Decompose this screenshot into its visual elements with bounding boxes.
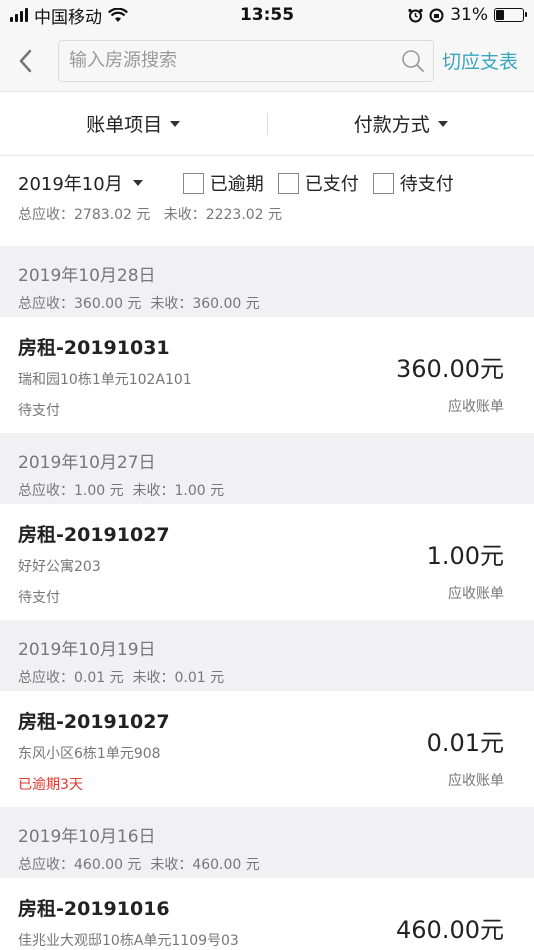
search-box[interactable] xyxy=(58,39,434,82)
bill-type: 应收账单 xyxy=(448,399,504,415)
checkbox-box[interactable] xyxy=(372,172,394,194)
search-header: 切应支表 xyxy=(0,30,534,92)
month-label: 2019年10月 xyxy=(18,174,123,195)
checkbox-box[interactable] xyxy=(182,172,204,194)
bill-type: 应收账单 xyxy=(448,586,504,602)
group-date: 2019年10月16日 xyxy=(18,827,156,847)
switch-link[interactable]: 切应支表 xyxy=(442,47,518,74)
month-selector[interactable]: 2019年10月 xyxy=(18,170,143,196)
month-summary: 2019年10月 已逾期 已支付 待支付 总应收：2783.02 元 未收：22… xyxy=(0,156,534,246)
bill-card[interactable]: 房租-20191027 好好公寓203 待支付 1.00元 应收账单 xyxy=(0,504,534,620)
bill-status: 待支付 xyxy=(18,403,60,419)
bill-amount: 0.01元 xyxy=(426,729,504,757)
bill-item-dropdown[interactable]: 账单项目 xyxy=(0,110,267,137)
alarm-icon xyxy=(408,8,423,22)
rotation-lock-icon xyxy=(429,8,444,22)
bill-type: 应收账单 xyxy=(448,773,504,789)
clock: 13:55 xyxy=(239,5,295,25)
group-totals: 总应收：1.00 元 未收：1.00 元 xyxy=(18,483,225,499)
month-totals: 总应收：2783.02 元 未收：2223.02 元 xyxy=(18,207,283,223)
payment-method-dropdown[interactable]: 付款方式 xyxy=(268,110,534,137)
pending-checkbox[interactable]: 待支付 xyxy=(372,170,454,196)
bill-card[interactable]: 房租-20191031 瑞和园10栋1单元102A101 待支付 360.00元… xyxy=(0,317,534,433)
paid-checkbox[interactable]: 已支付 xyxy=(277,170,359,196)
chevron-left-icon xyxy=(19,49,32,72)
date-group-header: 2019年10月27日 总应收：1.00 元 未收：1.00 元 xyxy=(0,433,534,504)
battery-percent: 31% xyxy=(450,5,488,25)
caret-down-icon xyxy=(132,180,143,186)
bill-amount: 1.00元 xyxy=(426,542,504,570)
overdue-checkbox[interactable]: 已逾期 xyxy=(182,170,264,196)
group-date: 2019年10月28日 xyxy=(18,266,156,286)
back-button[interactable] xyxy=(18,46,44,76)
payment-method-label: 付款方式 xyxy=(353,114,430,136)
signal-icon xyxy=(10,8,28,22)
wifi-icon xyxy=(108,7,128,22)
date-group-header: 2019年10月28日 总应收：360.00 元 未收：360.00 元 xyxy=(0,246,534,317)
group-totals: 总应收：0.01 元 未收：0.01 元 xyxy=(18,670,225,686)
bill-status-overdue: 已逾期3天 xyxy=(18,777,83,793)
date-group-header: 2019年10月16日 总应收：460.00 元 未收：460.00 元 xyxy=(0,807,534,878)
bill-card[interactable]: 房租-20191016 佳兆业大观邸10栋A单元1109号03 460.00元 xyxy=(0,878,534,950)
carrier-label: 中国移动 xyxy=(34,7,102,28)
bill-status: 待支付 xyxy=(18,590,60,606)
status-bar: 中国移动 13:55 31% xyxy=(0,0,534,30)
bill-item-label: 账单项目 xyxy=(86,114,163,136)
overdue-label: 已逾期 xyxy=(209,174,264,195)
group-date: 2019年10月19日 xyxy=(18,640,156,660)
bill-amount: 360.00元 xyxy=(396,355,504,383)
search-input[interactable] xyxy=(69,50,401,71)
checkbox-box[interactable] xyxy=(277,172,299,194)
filter-bar: 账单项目 付款方式 xyxy=(0,92,534,156)
group-date: 2019年10月27日 xyxy=(18,453,156,473)
caret-down-icon xyxy=(437,120,448,127)
paid-label: 已支付 xyxy=(304,174,359,195)
bill-amount: 460.00元 xyxy=(396,916,504,944)
caret-down-icon xyxy=(170,120,181,127)
search-icon[interactable] xyxy=(401,49,425,73)
group-totals: 总应收：360.00 元 未收：360.00 元 xyxy=(18,296,260,312)
battery-icon xyxy=(494,8,527,22)
bill-list: 2019年10月28日 总应收：360.00 元 未收：360.00 元 房租-… xyxy=(0,246,534,950)
bill-card[interactable]: 房租-20191027 东风小区6栋1单元908 已逾期3天 0.01元 应收账… xyxy=(0,691,534,807)
date-group-header: 2019年10月19日 总应收：0.01 元 未收：0.01 元 xyxy=(0,620,534,691)
group-totals: 总应收：460.00 元 未收：460.00 元 xyxy=(18,857,260,873)
pending-label: 待支付 xyxy=(399,174,454,195)
